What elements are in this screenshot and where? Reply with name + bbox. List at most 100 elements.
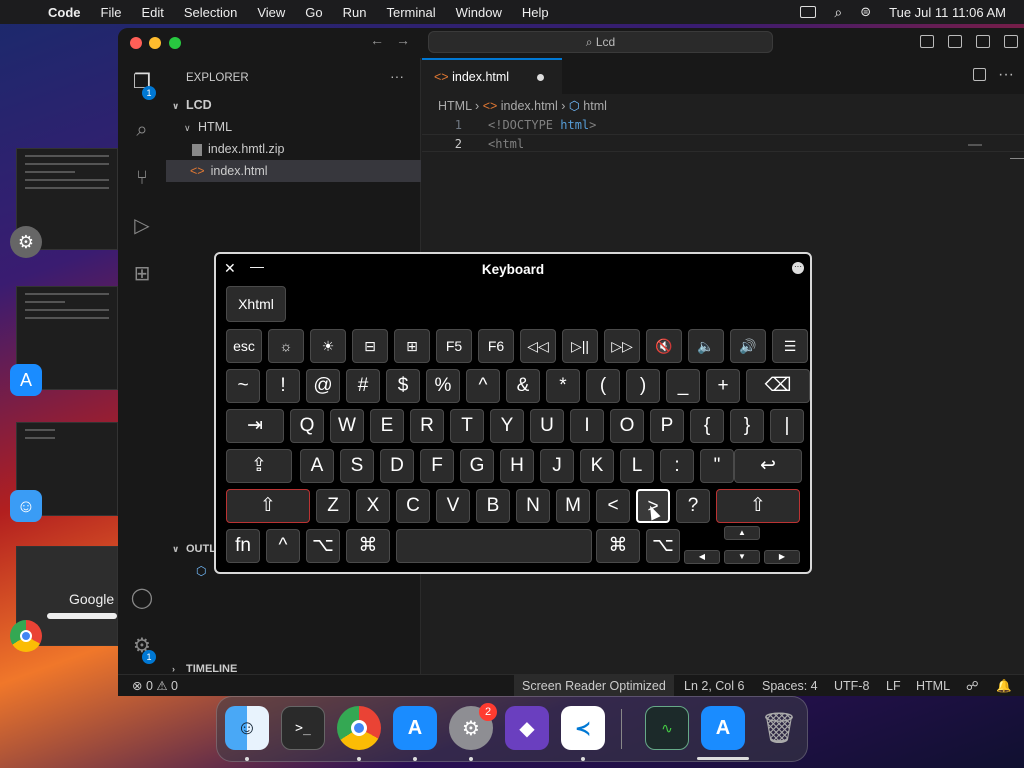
function-key[interactable]: ☰ [772, 329, 808, 363]
key[interactable]: ^ [466, 369, 500, 403]
key[interactable]: T [450, 409, 484, 443]
tree-file-index[interactable]: <> index.html [166, 160, 421, 182]
menu-file[interactable]: File [101, 5, 122, 20]
key[interactable]: U [530, 409, 564, 443]
function-key[interactable]: ☀ [310, 329, 346, 363]
key[interactable]: D [380, 449, 414, 483]
cursor-position[interactable]: Ln 2, Col 6 [684, 675, 744, 696]
key[interactable]: | [770, 409, 804, 443]
more-actions-icon[interactable]: ··· [390, 68, 404, 84]
command-center-search[interactable]: ⌕ Lcd [428, 31, 773, 53]
search-icon[interactable]: ⌕ [130, 118, 154, 142]
key[interactable]: S [340, 449, 374, 483]
key[interactable]: " [700, 449, 734, 483]
delete-key[interactable]: ⌫ [746, 369, 810, 403]
more-options-icon[interactable]: ··· [792, 262, 804, 274]
language-mode[interactable]: HTML [916, 675, 950, 696]
key[interactable]: # [346, 369, 380, 403]
key[interactable]: C [396, 489, 430, 523]
key[interactable]: _ [666, 369, 700, 403]
screen-mirroring-icon[interactable] [800, 6, 817, 18]
down-arrow-key[interactable]: ▼ [724, 550, 760, 564]
key[interactable]: H [500, 449, 534, 483]
key[interactable]: F [420, 449, 454, 483]
feedback-icon[interactable]: ☍ [966, 675, 979, 696]
key[interactable]: @ [306, 369, 340, 403]
problems-indicator[interactable]: ⊗ 0 ⚠ 0 [132, 675, 178, 696]
key[interactable]: L [620, 449, 654, 483]
key[interactable]: M [556, 489, 590, 523]
left-shift-key[interactable]: ⇧ [226, 489, 310, 523]
menubar-clock[interactable]: Tue Jul 11 11:06 AM [889, 5, 1006, 20]
key[interactable]: I [570, 409, 604, 443]
breadcrumb-symbol[interactable]: html [583, 99, 607, 113]
menu-help[interactable]: Help [522, 5, 549, 20]
function-key[interactable]: ▷|| [562, 329, 598, 363]
key[interactable]: ? [676, 489, 710, 523]
key[interactable]: O [610, 409, 644, 443]
function-key[interactable]: ☼ [268, 329, 304, 363]
menu-view[interactable]: View [257, 5, 285, 20]
finder-icon[interactable]: ☺ [225, 706, 269, 750]
vscode-icon[interactable]: ≺ [561, 706, 605, 750]
return-key[interactable]: ↩ [734, 449, 802, 483]
control-key[interactable]: ^ [266, 529, 300, 563]
menu-window[interactable]: Window [456, 5, 502, 20]
accounts-icon[interactable]: ◯ [130, 586, 154, 610]
chrome-icon[interactable] [10, 620, 42, 652]
function-key[interactable]: 🔈 [688, 329, 724, 363]
space-key[interactable] [396, 529, 592, 563]
extensions-icon[interactable]: ⊞ [130, 262, 154, 286]
toggle-secondary-sidebar-icon[interactable] [976, 35, 990, 48]
run-debug-icon[interactable]: ▷ [130, 214, 154, 238]
key[interactable]: : [660, 449, 694, 483]
app-store-icon[interactable]: A [393, 706, 437, 750]
function-key[interactable]: F6 [478, 329, 514, 363]
left-command-key[interactable]: ⌘ [346, 529, 390, 563]
left-option-key[interactable]: ⌥ [306, 529, 340, 563]
key[interactable]: } [730, 409, 764, 443]
trash-icon[interactable]: 🗑 [757, 706, 801, 750]
key[interactable]: % [426, 369, 460, 403]
tree-root-lcd[interactable]: ∨ LCD [166, 94, 421, 116]
menu-go[interactable]: Go [305, 5, 322, 20]
function-key[interactable]: 🔊 [730, 329, 766, 363]
code-editor[interactable]: 1 <!DOCTYPE html> 2 <html [422, 116, 1024, 152]
function-key[interactable]: ▷▷ [604, 329, 640, 363]
key[interactable]: * [546, 369, 580, 403]
suggestion-key[interactable]: Xhtml [226, 286, 286, 322]
fn-key[interactable]: fn [226, 529, 260, 563]
spotlight-search-icon[interactable]: ⌕ [834, 4, 842, 21]
control-center-icon[interactable]: ⊜ [860, 4, 871, 20]
encoding[interactable]: UTF-8 [834, 675, 869, 696]
indentation[interactable]: Spaces: 4 [762, 675, 818, 696]
caps-lock-key[interactable]: ⇪ [226, 449, 292, 483]
toggle-sidebar-icon[interactable] [920, 35, 934, 48]
key[interactable]: A [300, 449, 334, 483]
tree-file-zip[interactable]: index.hmtl.zip [166, 138, 421, 160]
function-key[interactable]: ⊞ [394, 329, 430, 363]
function-key[interactable]: ⊟ [352, 329, 388, 363]
key[interactable]: ) [626, 369, 660, 403]
terminal-icon[interactable]: >_ [281, 706, 325, 750]
key[interactable]: & [506, 369, 540, 403]
key[interactable]: < [596, 489, 630, 523]
chrome-icon[interactable] [337, 706, 381, 750]
menu-run[interactable]: Run [343, 5, 367, 20]
system-settings-icon[interactable]: ⚙ [10, 226, 42, 258]
up-arrow-key[interactable]: ▲ [724, 526, 760, 540]
key[interactable]: R [410, 409, 444, 443]
app-store-download-icon[interactable]: A [701, 706, 745, 750]
key[interactable]: { [690, 409, 724, 443]
key[interactable]: $ [386, 369, 420, 403]
menu-selection[interactable]: Selection [184, 5, 237, 20]
key[interactable]: E [370, 409, 404, 443]
key[interactable]: Q [290, 409, 324, 443]
right-option-key[interactable]: ⌥ [646, 529, 680, 563]
split-editor-icon[interactable] [973, 68, 986, 81]
tab-index-html[interactable]: <> index.html [422, 58, 562, 94]
key[interactable]: V [436, 489, 470, 523]
key[interactable]: K [580, 449, 614, 483]
key[interactable]: ~ [226, 369, 260, 403]
minimize-window-button[interactable] [149, 37, 161, 49]
